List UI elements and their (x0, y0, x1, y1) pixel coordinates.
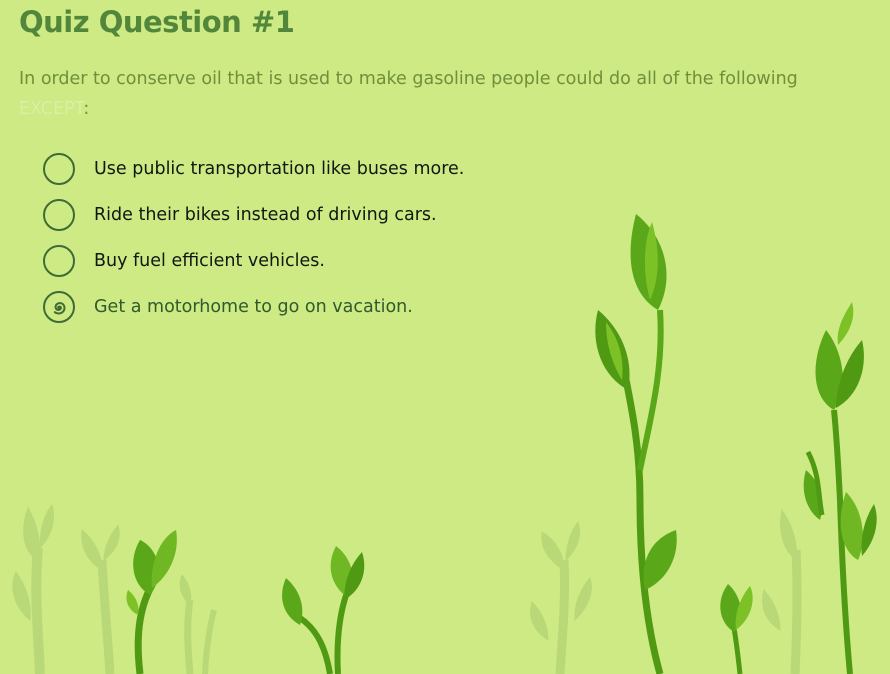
quiz-title: Quiz Question #1 (19, 5, 295, 39)
radio-button[interactable] (43, 199, 75, 231)
spiral-radio-icon (53, 302, 66, 315)
radio-button-selected[interactable] (43, 291, 75, 323)
answer-label: Get a motorhome to go on vacation. (94, 297, 413, 317)
answer-label: Ride their bikes instead of driving cars… (94, 205, 437, 225)
answer-label: Use public transportation like buses mor… (94, 159, 465, 179)
answer-label: Buy fuel efficient vehicles. (94, 251, 325, 271)
answer-option-3[interactable]: Buy fuel efficient vehicles. (43, 238, 563, 284)
question-body: In order to conserve oil that is used to… (19, 69, 798, 89)
question-text: In order to conserve oil that is used to… (19, 64, 869, 124)
quiz-panel: Quiz Question #1 In order to conserve oi… (0, 0, 890, 674)
answer-option-1[interactable]: Use public transportation like buses mor… (43, 146, 563, 192)
answer-option-2[interactable]: Ride their bikes instead of driving cars… (43, 192, 563, 238)
answer-options: Use public transportation like buses mor… (43, 146, 563, 330)
radio-button[interactable] (43, 153, 75, 185)
answer-option-4[interactable]: Get a motorhome to go on vacation. (43, 284, 563, 330)
question-highlight: EXCEPT (19, 99, 84, 119)
question-end: : (83, 99, 90, 119)
radio-button[interactable] (43, 245, 75, 277)
